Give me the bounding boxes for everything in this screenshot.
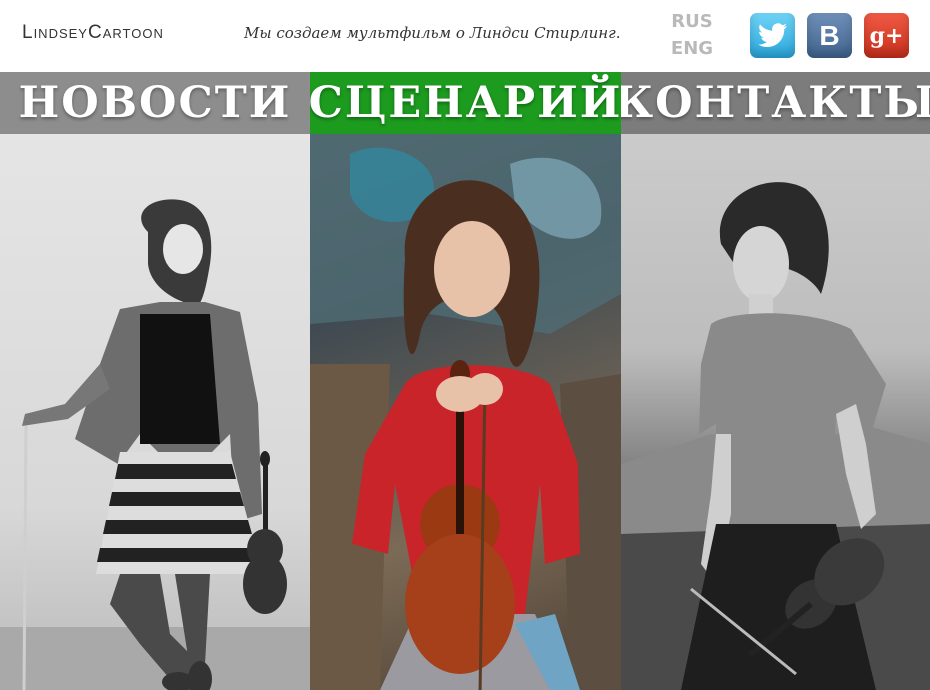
google-plus-icon: g+ (869, 22, 904, 49)
nav-panel-script[interactable]: СЦЕНАРИЙ (310, 72, 621, 690)
site-logo[interactable]: LindseyCartoon (22, 22, 164, 44)
nav-panel-contacts[interactable]: КОНТАКТЫ (621, 72, 930, 690)
site-tagline: Мы создаем мультфильм о Линдси Стирлинг. (244, 24, 621, 42)
language-switcher: RUS ENG (664, 8, 720, 62)
nav-panel-news[interactable]: НОВОСТИ (0, 72, 310, 690)
google-plus-button[interactable]: g+ (864, 13, 909, 58)
twitter-button[interactable] (750, 13, 795, 58)
vk-icon: B (819, 19, 840, 51)
lang-rus-link[interactable]: RUS (664, 8, 720, 35)
lang-eng-link[interactable]: ENG (664, 35, 720, 62)
nav-news-label[interactable]: НОВОСТИ (0, 72, 310, 134)
violinist-photo-color-red-top (310, 134, 621, 690)
vk-button[interactable]: B (807, 13, 852, 58)
nav-contacts-label[interactable]: КОНТАКТЫ (621, 72, 930, 134)
nav-script-label[interactable]: СЦЕНАРИЙ (310, 72, 621, 134)
twitter-bird-icon (757, 22, 787, 47)
violinist-photo-bw-striped-skirt (0, 199, 310, 690)
violinist-photo-bw-field (621, 182, 930, 690)
site-header: LindseyCartoon Мы создаем мультфильм о Л… (0, 0, 930, 72)
